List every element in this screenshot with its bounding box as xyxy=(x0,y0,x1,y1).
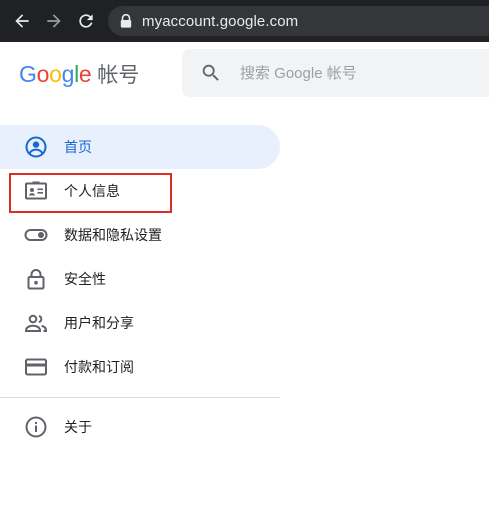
logo-letter: o xyxy=(49,60,62,87)
credit-card-icon xyxy=(24,355,48,379)
id-card-icon xyxy=(24,179,48,203)
logo-letter: g xyxy=(61,60,75,87)
address-bar[interactable]: myaccount.google.com xyxy=(108,6,489,36)
sidebar-item-personal-info[interactable]: 个人信息 xyxy=(0,169,280,213)
reload-button[interactable] xyxy=(76,11,96,31)
reload-icon xyxy=(79,14,93,28)
account-circle-icon xyxy=(24,135,48,159)
info-icon xyxy=(24,415,48,439)
back-arrow-icon xyxy=(15,14,29,28)
sidebar-item-label: 首页 xyxy=(64,139,92,155)
logo-letter: G xyxy=(19,60,37,87)
search-input[interactable] xyxy=(240,64,470,82)
logo-letter: o xyxy=(36,60,50,87)
sidebar-item-label: 数据和隐私设置 xyxy=(64,227,162,243)
browser-toolbar: myaccount.google.com xyxy=(0,0,489,42)
forward-arrow-icon xyxy=(47,14,61,28)
sidebar-item-payments[interactable]: 付款和订阅 xyxy=(0,345,280,389)
forward-button[interactable] xyxy=(44,11,64,31)
logo-suffix: 帐号 xyxy=(97,64,140,87)
sidebar-item-label: 关于 xyxy=(64,419,92,435)
search-bar[interactable] xyxy=(182,49,489,97)
search-icon[interactable] xyxy=(200,62,222,84)
sidebar-divider xyxy=(0,397,280,398)
sidebar-item-data-privacy[interactable]: 数据和隐私设置 xyxy=(0,213,280,257)
sidebar-item-security[interactable]: 安全性 xyxy=(0,257,280,301)
sidebar-item-label: 安全性 xyxy=(64,271,106,287)
sidebar-item-label: 用户和分享 xyxy=(64,315,134,331)
google-account-logo[interactable]: Google 帐号 xyxy=(19,59,139,89)
sidebar-item-people-sharing[interactable]: 用户和分享 xyxy=(0,301,280,345)
sidebar-item-home[interactable]: 首页 xyxy=(0,125,280,169)
url-text: myaccount.google.com xyxy=(142,12,299,30)
people-icon xyxy=(24,311,48,335)
logo-letter: e xyxy=(78,60,92,87)
sidebar-item-label: 个人信息 xyxy=(64,183,120,199)
lock-icon xyxy=(120,14,132,28)
google-wordmark: Google xyxy=(19,60,92,88)
lock-icon xyxy=(24,267,48,291)
sidebar-item-label: 付款和订阅 xyxy=(64,359,134,375)
sidebar-item-about[interactable]: 关于 xyxy=(0,405,280,449)
toggle-icon xyxy=(24,223,48,247)
back-button[interactable] xyxy=(12,11,32,31)
